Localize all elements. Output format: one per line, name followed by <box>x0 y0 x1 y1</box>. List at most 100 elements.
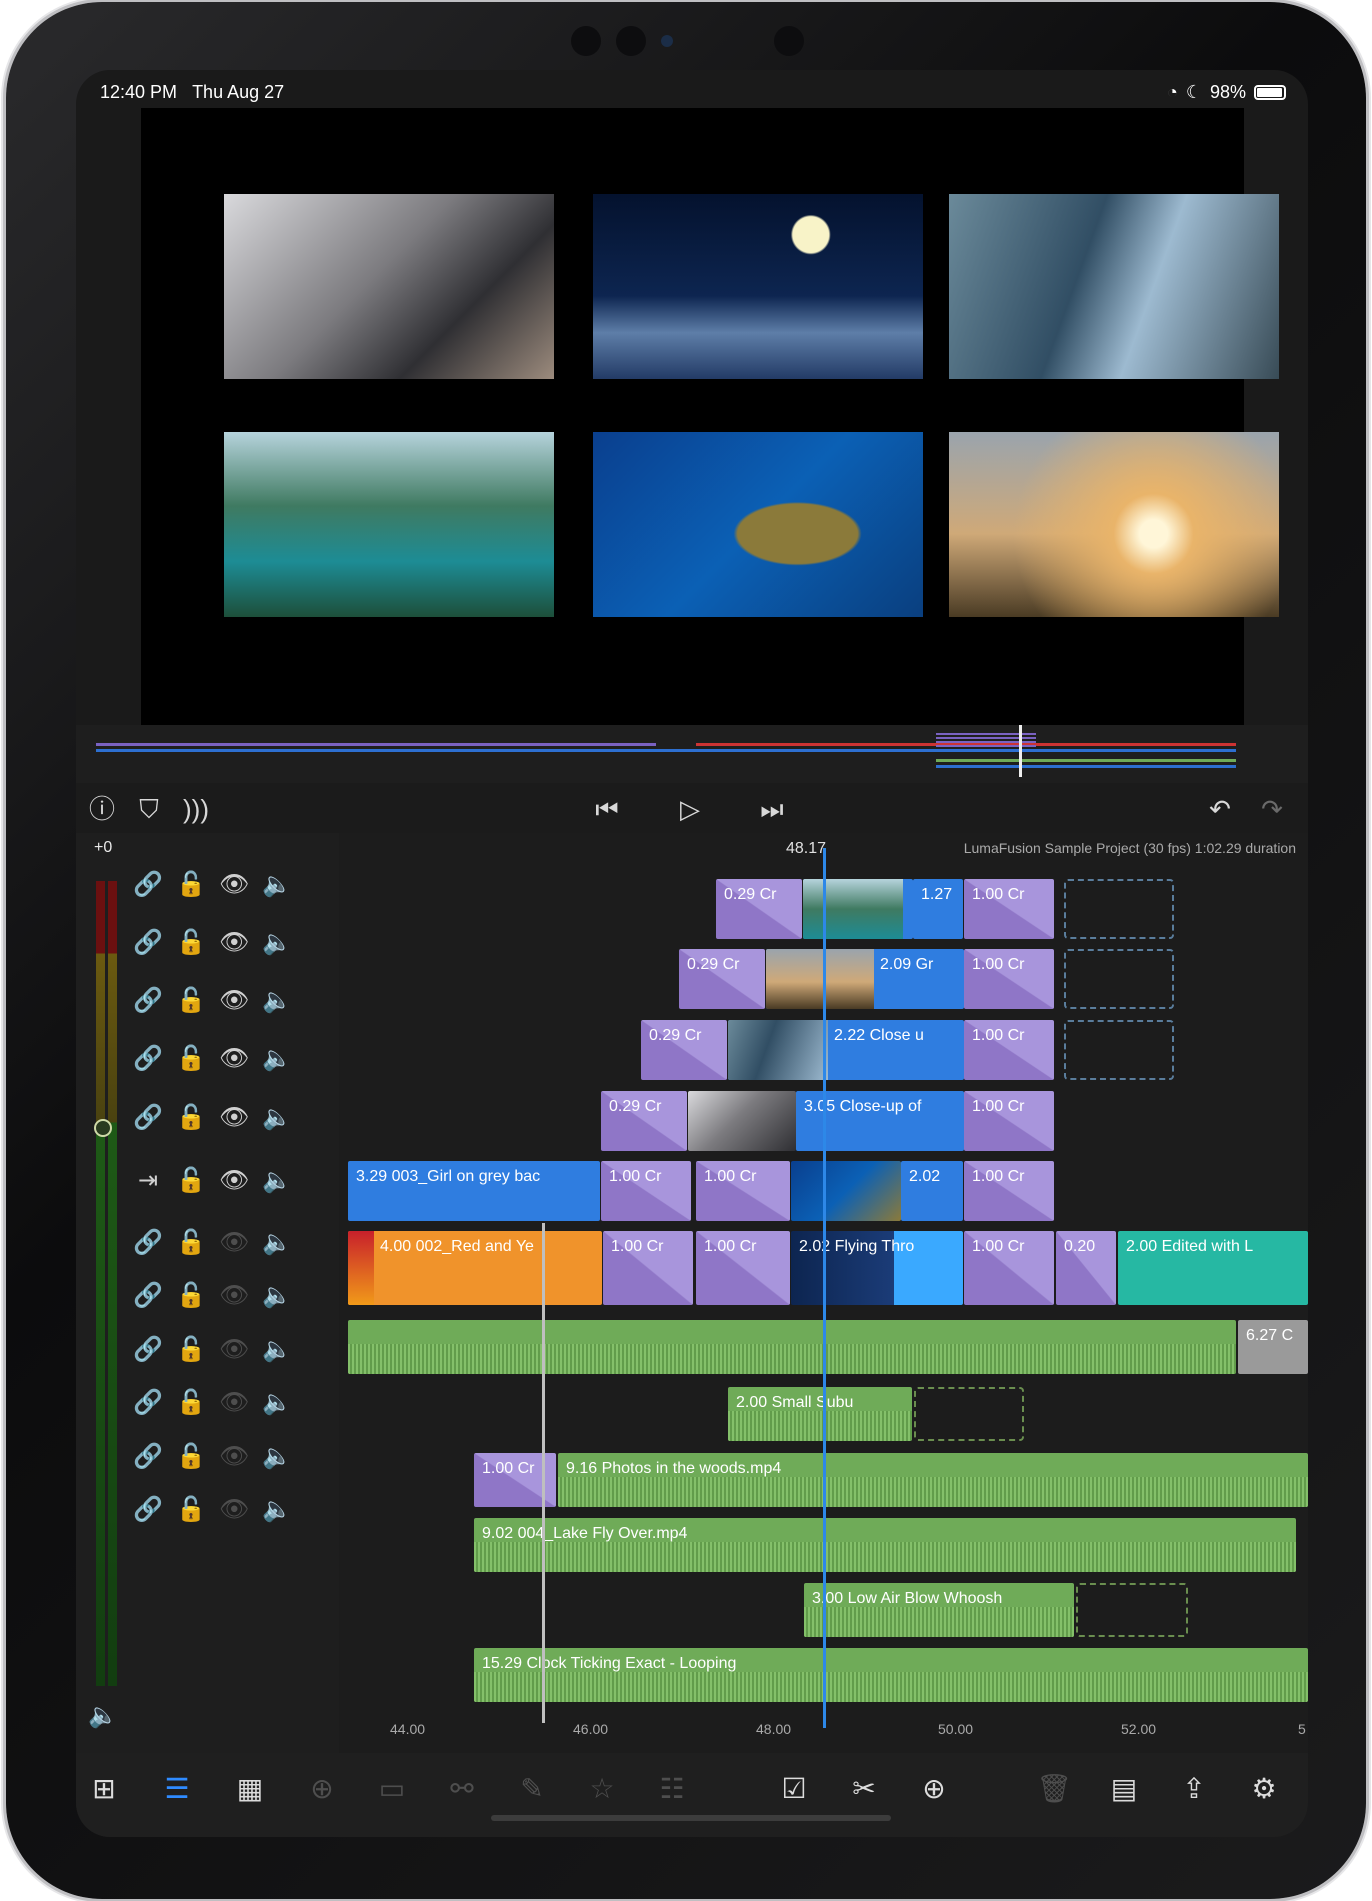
eye-icon[interactable]: 👁 <box>219 1495 249 1525</box>
delete-icon[interactable]: 🗑 <box>1036 1771 1072 1807</box>
volume-knob[interactable] <box>94 1119 112 1137</box>
transition-clip[interactable]: 1.00 Cr <box>964 1020 1054 1080</box>
share-icon[interactable]: ⇪ <box>1176 1771 1212 1807</box>
lock-icon[interactable]: 🔓 <box>176 1281 206 1311</box>
settings-icon[interactable]: ⚙ <box>1246 1771 1282 1807</box>
lock-icon[interactable]: 🔓 <box>176 1166 206 1196</box>
redo-icon[interactable]: ↷ <box>1256 793 1288 825</box>
link-icon[interactable]: 🔗 <box>133 1495 163 1525</box>
empty-slot[interactable] <box>1064 879 1174 939</box>
audio-clip[interactable] <box>348 1320 1236 1374</box>
cut-icon[interactable]: ✂ <box>846 1771 882 1807</box>
layout-panel-icon[interactable]: ▤ <box>1106 1771 1142 1807</box>
link-icon[interactable]: 🔗 <box>133 870 163 900</box>
speaker-icon[interactable]: 🔈 <box>262 986 292 1016</box>
speaker-icon[interactable]: 🔈 <box>262 1388 292 1418</box>
lock-icon[interactable]: 🔓 <box>176 1495 206 1525</box>
preview-viewer[interactable] <box>141 108 1279 725</box>
lock-icon[interactable]: 🔓 <box>176 1228 206 1258</box>
video-clip[interactable]: 2.02 <box>901 1161 963 1221</box>
transition-clip[interactable]: 1.00 Cr <box>964 1231 1054 1305</box>
eye-icon[interactable]: 👁 <box>219 1044 249 1074</box>
image-clip[interactable]: 6.27 C <box>1238 1320 1308 1374</box>
speaker-icon[interactable]: 🔈 <box>262 1228 292 1258</box>
empty-audio-slot[interactable] <box>1076 1583 1188 1637</box>
transition-clip[interactable]: 1.00 Cr <box>964 949 1054 1009</box>
lock-icon[interactable]: 🔓 <box>176 986 206 1016</box>
transition-clip[interactable]: 0.29 Cr <box>679 949 765 1009</box>
lock-icon[interactable]: 🔓 <box>176 1335 206 1365</box>
transition-clip[interactable]: 1.00 Cr <box>964 1161 1054 1221</box>
video-clip[interactable]: 3.29 003_Girl on grey bac <box>348 1161 600 1221</box>
video-clip[interactable]: 2.09 Gr <box>766 949 964 1009</box>
video-clip[interactable]: 1.27 <box>913 879 963 939</box>
favorite-icon[interactable]: ☆ <box>584 1771 620 1807</box>
library-icon[interactable]: ☰ <box>159 1771 195 1807</box>
empty-slot[interactable] <box>1064 1020 1174 1080</box>
transition-clip[interactable]: 1.00 Cr <box>601 1161 691 1221</box>
speaker-icon[interactable]: 🔈 <box>262 1281 292 1311</box>
undo-icon[interactable]: ↶ <box>1204 793 1236 825</box>
speaker-icon[interactable]: 🔈 <box>262 1335 292 1365</box>
eye-icon[interactable]: 👁 <box>219 986 249 1016</box>
transition-clip[interactable]: 1.00 Cr <box>696 1161 790 1221</box>
audio-add-icon[interactable]: ))) <box>180 793 212 825</box>
lock-icon[interactable]: 🔓 <box>176 1044 206 1074</box>
speaker-icon[interactable]: 🔈 <box>262 1166 292 1196</box>
eye-icon[interactable]: 👁 <box>219 1442 249 1472</box>
speaker-icon[interactable]: 🔈 <box>88 1701 118 1731</box>
link-icon[interactable]: 🔗 <box>133 1442 163 1472</box>
edit-icon[interactable]: ✎ <box>514 1771 550 1807</box>
link-icon[interactable]: ⚯ <box>444 1771 480 1807</box>
link-icon[interactable]: 🔗 <box>133 1103 163 1133</box>
empty-slot[interactable] <box>1064 949 1174 1009</box>
play-icon[interactable]: ▷ <box>674 793 706 825</box>
link-icon[interactable]: 🔗 <box>133 928 163 958</box>
lock-icon[interactable]: 🔓 <box>176 1388 206 1418</box>
add-media-icon[interactable]: ⊞ <box>86 1771 122 1807</box>
skip-back-icon[interactable]: ⏮ <box>591 793 623 825</box>
transition-clip[interactable]: 1.00 Cr <box>696 1231 790 1305</box>
link-icon[interactable]: 🔗 <box>133 1228 163 1258</box>
video-clip[interactable]: 1.27 <box>803 879 913 939</box>
audio-clip[interactable]: 2.00 Small Subu <box>728 1387 912 1441</box>
audio-clip[interactable]: 15.29 Clock Ticking Exact - Looping <box>474 1648 1308 1702</box>
lock-icon[interactable]: 🔓 <box>176 928 206 958</box>
playhead[interactable] <box>823 848 826 1728</box>
link-icon[interactable]: 🔗 <box>133 1281 163 1311</box>
transition-clip[interactable]: 0.20 <box>1056 1231 1116 1305</box>
transition-clip[interactable]: 0.29 Cr <box>641 1020 727 1080</box>
select-icon[interactable]: ☑ <box>776 1771 812 1807</box>
speaker-icon[interactable]: 🔈 <box>262 1442 292 1472</box>
add-track-icon[interactable]: ⊕ <box>304 1771 340 1807</box>
empty-audio-slot[interactable] <box>914 1387 1024 1441</box>
image-clip[interactable]: 4.00 002_Red and Ye <box>348 1231 602 1305</box>
eye-icon[interactable]: 👁 <box>219 928 249 958</box>
video-clip-thumb[interactable] <box>688 1091 796 1151</box>
route-icon[interactable]: ⇥ <box>133 1166 163 1196</box>
lock-icon[interactable]: 🔓 <box>176 1103 206 1133</box>
eye-icon[interactable]: 👁 <box>219 1281 249 1311</box>
add-marker-icon[interactable]: ⛉ <box>133 793 165 825</box>
speaker-icon[interactable]: 🔈 <box>262 870 292 900</box>
link-icon[interactable]: 🔗 <box>133 1044 163 1074</box>
transition-clip[interactable]: 1.00 Cr <box>964 879 1054 939</box>
skip-forward-icon[interactable]: ⏭ <box>756 793 788 825</box>
eye-icon[interactable]: 👁 <box>219 1166 249 1196</box>
eye-icon[interactable]: 👁 <box>219 1103 249 1133</box>
eye-icon[interactable]: 👁 <box>219 1335 249 1365</box>
transition-clip[interactable]: 0.29 Cr <box>601 1091 687 1151</box>
audio-clip[interactable]: 3.00 Low Air Blow Whoosh <box>804 1583 1074 1637</box>
speaker-icon[interactable]: 🔈 <box>262 928 292 958</box>
speaker-icon[interactable]: 🔈 <box>262 1044 292 1074</box>
audio-clip[interactable]: 9.02 004_Lake Fly Over.mp4 <box>474 1518 1296 1572</box>
video-clip-thumb[interactable] <box>791 1161 901 1221</box>
audio-clip[interactable]: 9.16 Photos in the woods.mp4 <box>558 1453 1308 1507</box>
link-icon[interactable]: 🔗 <box>133 1335 163 1365</box>
speaker-icon[interactable]: 🔈 <box>262 1103 292 1133</box>
timeline-overview[interactable] <box>76 725 1308 783</box>
video-clip[interactable]: 3.05 Close-up of <box>796 1091 964 1151</box>
layout-icon[interactable]: ▦ <box>232 1771 268 1807</box>
speaker-icon[interactable]: 🔈 <box>262 1495 292 1525</box>
audio-track-icon[interactable]: ▭ <box>374 1771 410 1807</box>
